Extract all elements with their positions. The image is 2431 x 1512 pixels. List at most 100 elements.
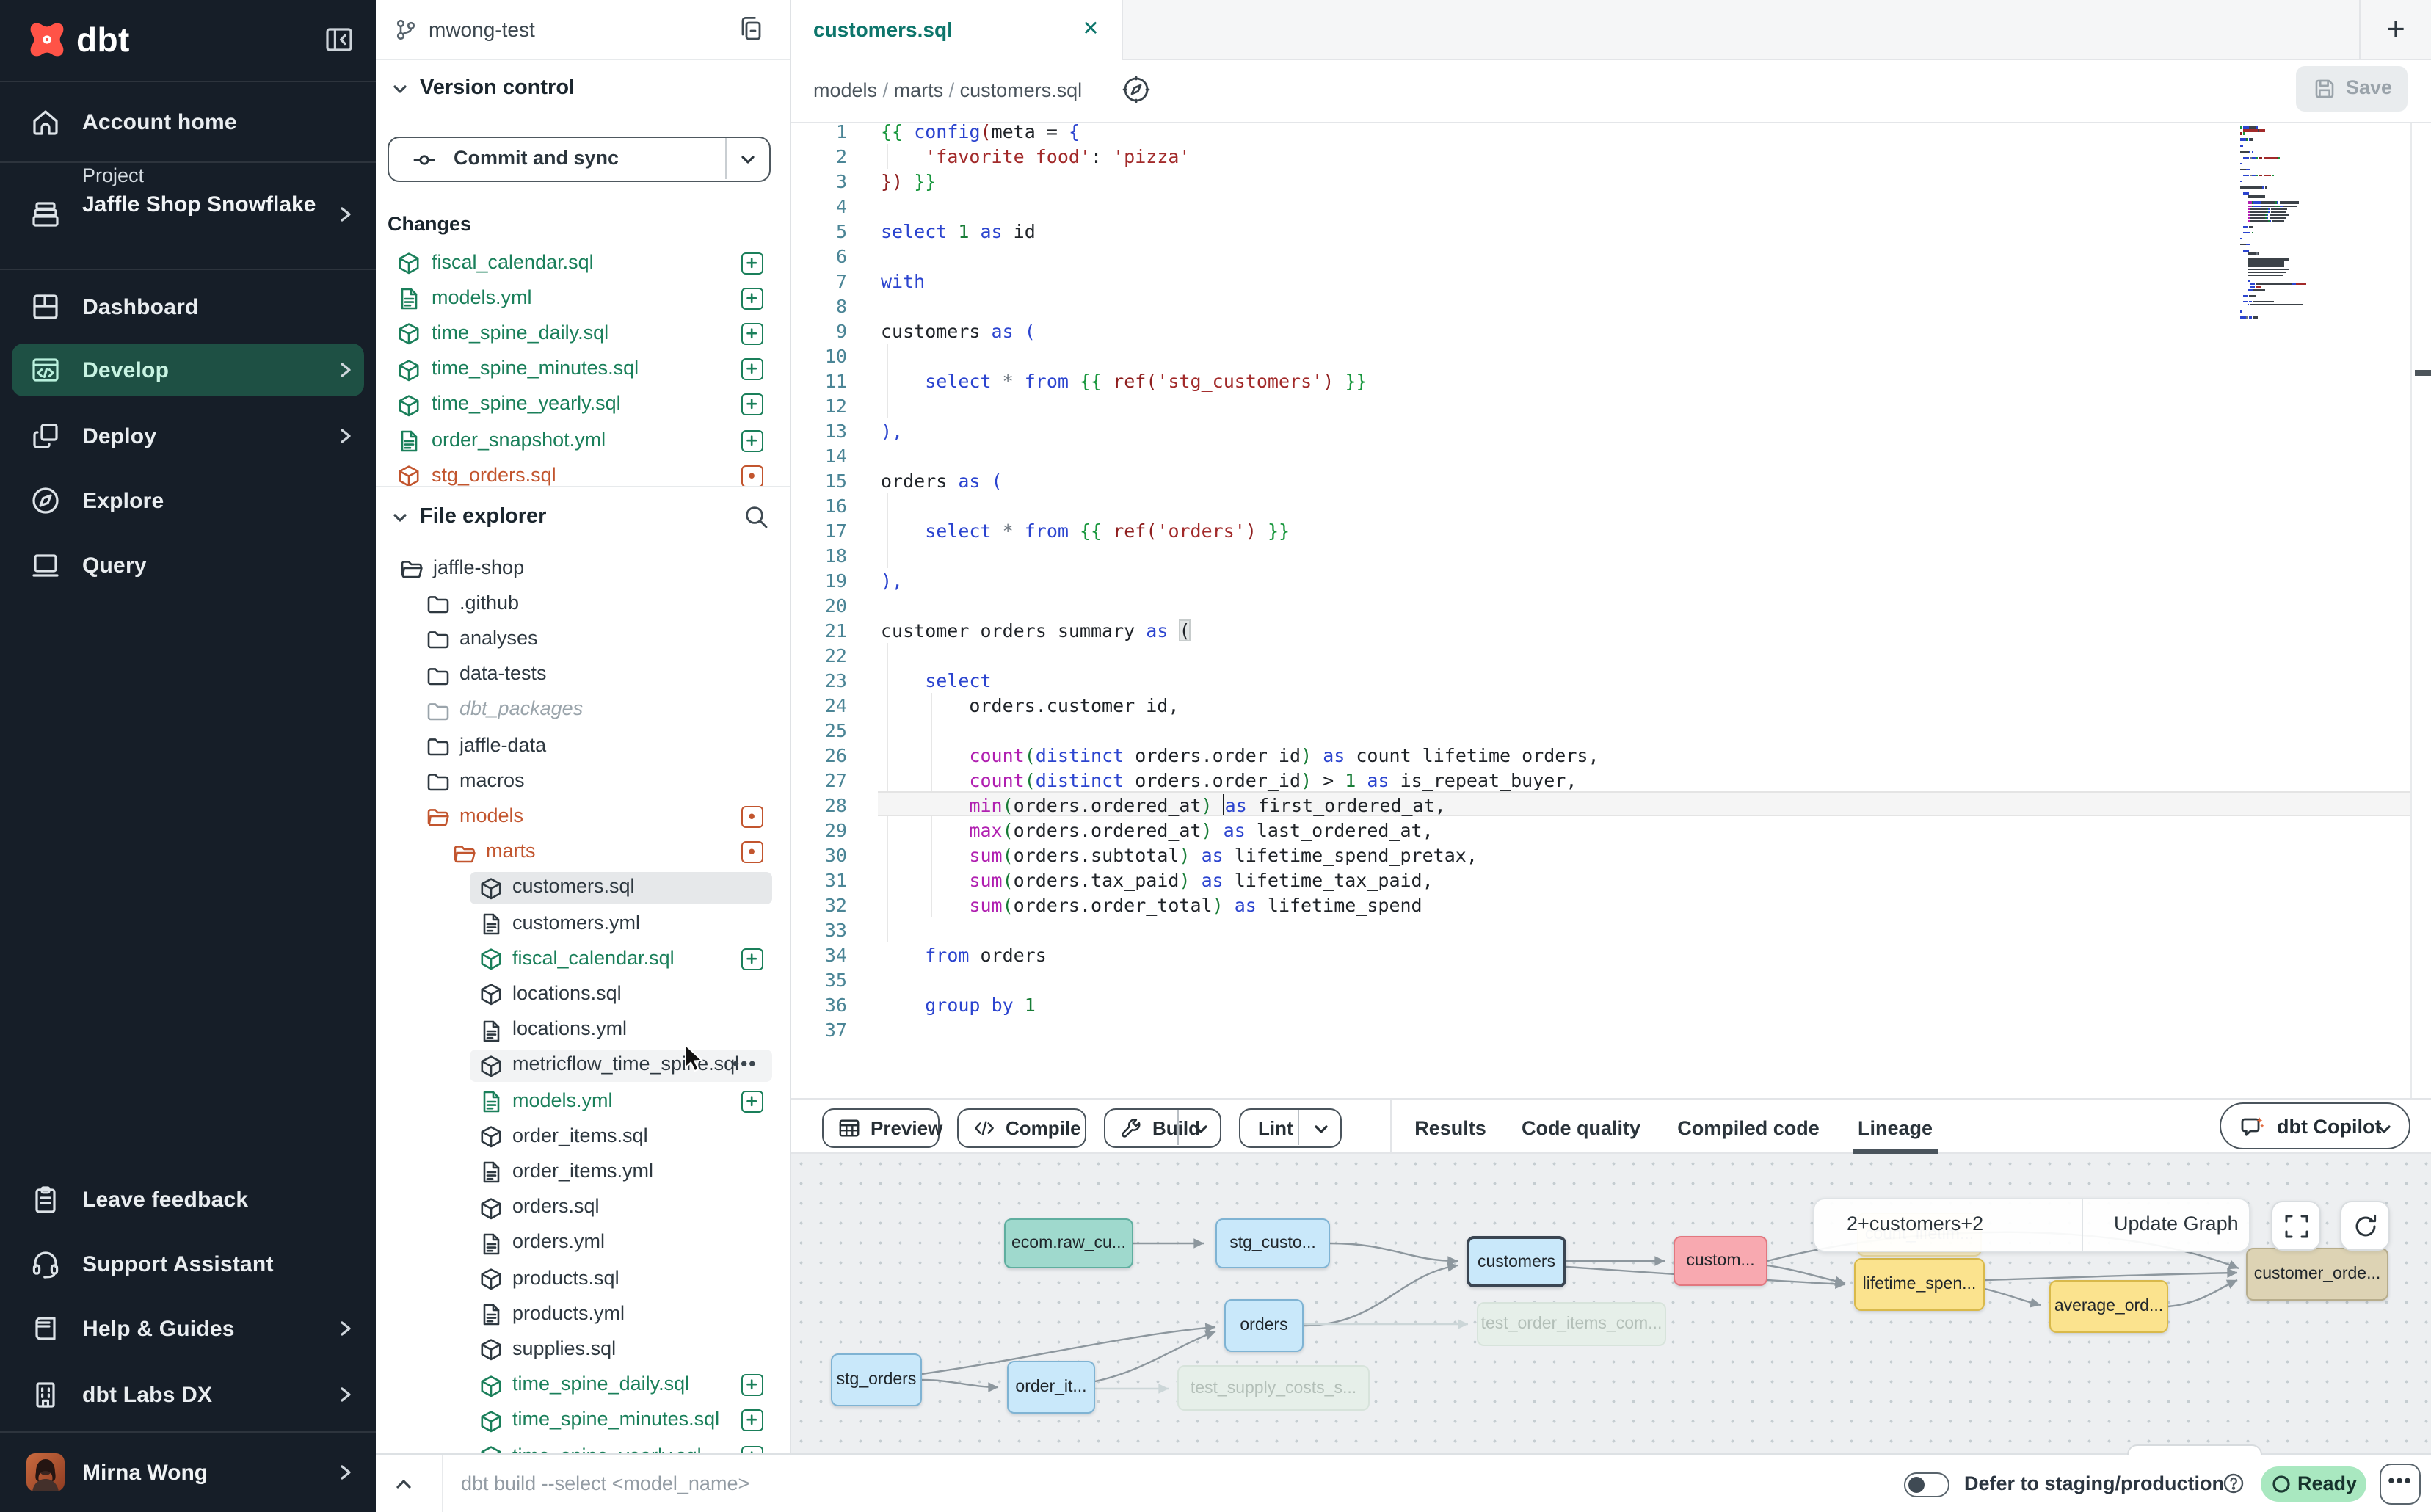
code-editor[interactable]: 1{{ config(meta = {2 'favorite_food': 'p… [791, 123, 2431, 1098]
code-line-12 [878, 393, 2410, 418]
tab-compiled-code[interactable]: Compiled code [1677, 1100, 1820, 1155]
lineage-node-stg_customers[interactable]: stg_custo... [1216, 1218, 1330, 1268]
yml-icon [479, 1089, 502, 1113]
sidebar-item-support-assistant[interactable]: Support Assistant [0, 1232, 376, 1296]
breadcrumb-segment[interactable]: customers.sql [960, 79, 1083, 101]
tab-customers-sql[interactable]: customers.sql ✕ [791, 0, 1123, 60]
sidebar-item-query[interactable]: Query [0, 533, 376, 597]
lineage-search-box: 2+customers+2 Update Graph [1813, 1198, 2250, 1252]
breadcrumb-row: models / marts / customers.sql Save [791, 60, 2431, 123]
fullscreen-button[interactable] [2271, 1201, 2321, 1251]
tree-action-modified[interactable] [741, 806, 763, 828]
model-icon [479, 1196, 502, 1219]
new-tab-button[interactable]: + [2378, 12, 2413, 47]
tree-action-add[interactable] [741, 1374, 763, 1396]
lineage-node-customers[interactable]: customers [1467, 1236, 1566, 1287]
archive-icon [29, 198, 62, 230]
update-graph-button[interactable]: Update Graph [2114, 1213, 2239, 1235]
more-options-icon[interactable]: ••• [733, 1053, 757, 1075]
dbt-copilot-button[interactable]: dbt Copilot [2220, 1102, 2410, 1149]
tree-action-add[interactable] [741, 1445, 763, 1453]
tree-action-add[interactable] [741, 1410, 763, 1432]
sidebar-item-help-guides[interactable]: Help & Guides [0, 1296, 376, 1361]
query-icon [29, 549, 62, 581]
compile-button[interactable]: Compile [957, 1108, 1086, 1148]
save-button[interactable]: Save [2296, 66, 2408, 112]
sidebar-item-dbt-labs-dx[interactable]: dbt Labs DX [0, 1362, 376, 1427]
sidebar-item-account-home[interactable]: Account home [0, 90, 376, 154]
command-input[interactable]: dbt build --select <model_name> [461, 1472, 749, 1494]
stage-modified-button[interactable] [741, 465, 763, 486]
more-options-button[interactable]: ••• [2380, 1464, 2421, 1505]
lineage-node-custom[interactable]: custom... [1674, 1236, 1767, 1286]
model-icon [479, 983, 502, 1006]
tab-results[interactable]: Results [1414, 1100, 1486, 1155]
code-line-14 [878, 443, 2410, 468]
chevron-down-icon[interactable] [1312, 1120, 1330, 1138]
stage-add-button[interactable] [741, 252, 763, 274]
build-button[interactable]: Build [1104, 1108, 1221, 1148]
defer-toggle[interactable] [1904, 1472, 1949, 1497]
collapse-sidebar-icon[interactable] [323, 23, 355, 56]
wrench-icon [1120, 1117, 1142, 1139]
lineage-node-lifetime[interactable]: lifetime_spen... [1854, 1258, 1985, 1311]
breadcrumb-segment[interactable]: models [813, 79, 877, 101]
sidebar-item-explore[interactable]: Explore [0, 468, 376, 533]
chevron-down-icon[interactable] [390, 79, 410, 98]
deploy-icon [29, 420, 62, 452]
sidebar-item-develop[interactable]: Develop [0, 338, 376, 402]
lineage-node-average[interactable]: average_ord... [2049, 1280, 2168, 1333]
tree-action-modified[interactable] [741, 841, 763, 863]
code-line-20 [878, 593, 2410, 618]
model-icon [396, 393, 420, 417]
lineage-node-stg_orders[interactable]: stg_orders [831, 1353, 922, 1406]
explore-model-icon[interactable] [1122, 75, 1151, 104]
chevron-down-icon[interactable] [1192, 1120, 1210, 1138]
tab-lineage[interactable]: Lineage [1858, 1100, 1933, 1155]
chevron-right-icon [335, 426, 355, 446]
preview-button[interactable]: Preview [822, 1108, 940, 1148]
chevron-right-icon [335, 204, 355, 225]
stage-add-button[interactable] [741, 287, 763, 309]
stage-add-button[interactable] [741, 358, 763, 380]
lineage-panel[interactable]: ecom.raw_cu... stg_custo... customers custo… [791, 1154, 2431, 1455]
stage-add-button[interactable] [741, 323, 763, 345]
stage-add-button[interactable] [741, 394, 763, 416]
refresh-button[interactable] [2340, 1201, 2390, 1251]
sidebar-item-project[interactable]: ProjectJaffle Shop Snowflake [0, 182, 376, 247]
model-icon [396, 251, 420, 275]
lineage-node-order_it[interactable]: order_it... [1007, 1361, 1095, 1414]
lineage-node-test_supply[interactable]: test_supply_costs_s... [1177, 1365, 1370, 1411]
search-icon[interactable] [743, 504, 769, 530]
tree-action-add[interactable] [741, 1090, 763, 1112]
sidebar-item-deploy[interactable]: Deploy [0, 404, 376, 468]
branch-name[interactable]: mwong-test [429, 18, 535, 41]
save-label: Save [2346, 76, 2392, 98]
yml-icon [479, 912, 502, 935]
stage-add-button[interactable] [741, 429, 763, 451]
model-icon [479, 1444, 502, 1453]
copilot-chat-icon [2240, 1114, 2265, 1139]
commit-options-chevron-icon[interactable] [738, 150, 757, 169]
tab-code-quality[interactable]: Code quality [1522, 1100, 1640, 1155]
lint-button[interactable]: Lint [1239, 1108, 1342, 1148]
help-icon[interactable] [2223, 1472, 2245, 1494]
lineage-node-orders[interactable]: orders [1224, 1299, 1304, 1352]
sidebar-item-leave-feedback[interactable]: Leave feedback [0, 1167, 376, 1232]
copy-branch-icon[interactable] [737, 15, 765, 43]
lineage-node-test_order[interactable]: test_order_items_com... [1477, 1302, 1666, 1346]
lineage-search-input[interactable]: 2+customers+2 [1847, 1213, 1983, 1235]
lineage-node-ecom[interactable]: ecom.raw_cu... [1004, 1218, 1133, 1268]
commit-and-sync-button[interactable]: Commit and sync [388, 137, 771, 182]
explorer-panel: mwong-test Version control 8 Commit and … [376, 0, 791, 1453]
chevron-down-icon[interactable] [390, 508, 410, 527]
expand-command-bar-icon[interactable] [393, 1474, 414, 1494]
editor-minimap[interactable] [2240, 126, 2405, 743]
tree-action-add[interactable] [741, 948, 763, 970]
lineage-node-customer_orde[interactable]: customer_orde... [2246, 1248, 2388, 1301]
breadcrumb-segment[interactable]: marts [894, 79, 944, 101]
sidebar-item-dashboard[interactable]: Dashboard [0, 275, 376, 339]
scrollbar-thumb[interactable] [2415, 370, 2431, 375]
close-tab-icon[interactable]: ✕ [1079, 16, 1102, 40]
lineage-cut-control[interactable] [2127, 1444, 2262, 1455]
